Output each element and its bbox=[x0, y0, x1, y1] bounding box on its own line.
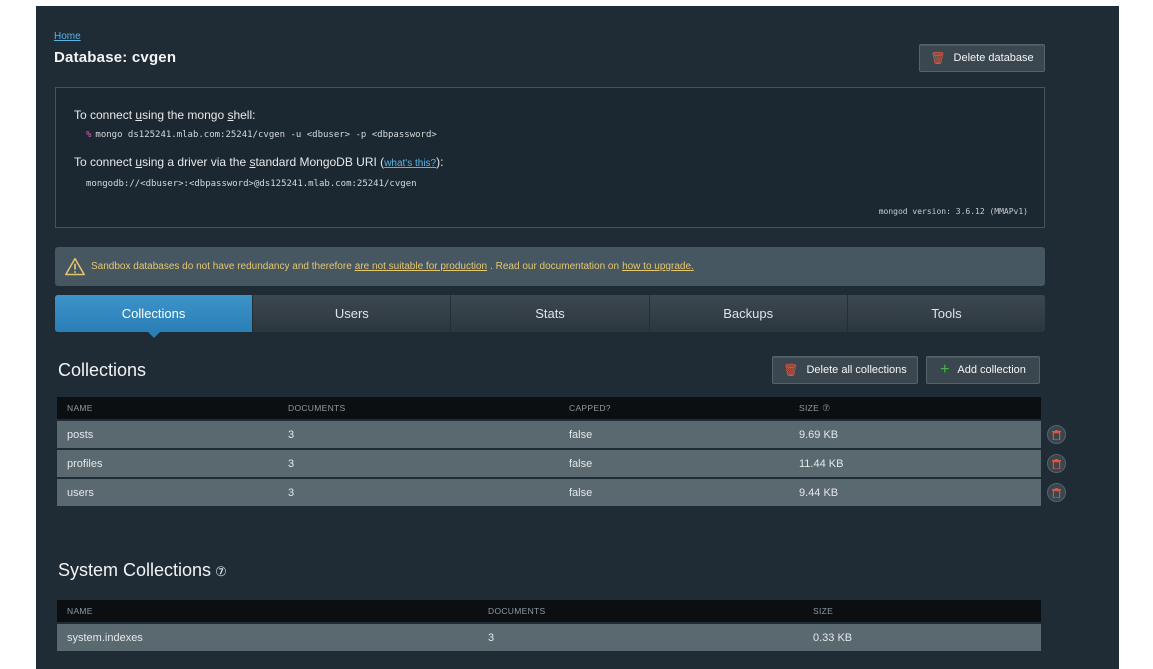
collection-name[interactable]: posts bbox=[57, 429, 278, 441]
column-header-size[interactable]: SIZE bbox=[803, 606, 1041, 616]
table-header: NAME DOCUMENTS SIZE bbox=[57, 600, 1041, 622]
add-collection-button[interactable]: + Add collection bbox=[926, 356, 1040, 384]
table-header: NAME DOCUMENTS CAPPED? SIZE ⑦ bbox=[57, 397, 1041, 419]
shell-command[interactable]: % mongo ds125241.mlab.com:25241/cvgen -u … bbox=[86, 130, 437, 140]
how-to-upgrade-link[interactable]: how to upgrade. bbox=[622, 261, 694, 272]
collection-capped: false bbox=[569, 486, 593, 499]
breadcrumb: Home bbox=[54, 31, 81, 42]
trash-icon bbox=[1052, 458, 1061, 469]
collection-documents: 3 bbox=[288, 457, 295, 470]
collections-table: NAME DOCUMENTS CAPPED? SIZE ⑦ posts 3 fal… bbox=[57, 397, 1066, 506]
tab-stats[interactable]: Stats bbox=[451, 295, 650, 332]
system-collections-table: NAME DOCUMENTS SIZE system.indexes 3 0.3… bbox=[57, 600, 1041, 651]
delete-all-collections-button[interactable]: 🗑 Delete all collections bbox=[772, 356, 918, 384]
collection-name[interactable]: users bbox=[57, 487, 278, 499]
warning-text: Sandbox databases do not have redundancy… bbox=[91, 261, 352, 272]
delete-all-collections-label: Delete all collections bbox=[806, 364, 907, 376]
delete-collection-button[interactable] bbox=[1047, 483, 1066, 502]
system-collections-heading: System Collections ⑦ bbox=[58, 560, 227, 580]
column-header-size[interactable]: SIZE ⑦ bbox=[789, 403, 1041, 414]
tab-users[interactable]: Users bbox=[253, 295, 452, 332]
trash-icon: 🗑 bbox=[930, 51, 946, 65]
delete-database-label: Delete database bbox=[953, 52, 1034, 64]
shell-prompt: % bbox=[86, 130, 92, 140]
page-title: Database: cvgen bbox=[54, 49, 177, 66]
whats-this-link[interactable]: what's this? bbox=[384, 158, 436, 169]
not-suitable-link[interactable]: are not suitable for production bbox=[355, 261, 487, 272]
collection-size: 0.33 KB bbox=[813, 631, 853, 644]
connection-info-panel: To connect using the mongo shell: % mongo… bbox=[55, 87, 1045, 228]
mongod-version: mongod version: 3.6.12 (MMAPv1) bbox=[878, 207, 1028, 216]
shell-command-text: mongo ds125241.mlab.com:25241/cvgen -u <… bbox=[95, 130, 437, 140]
tab-collections[interactable]: Collections bbox=[55, 295, 254, 338]
sandbox-warning-banner: Sandbox databases do not have redundancy… bbox=[55, 247, 1045, 286]
tab-tools[interactable]: Tools bbox=[848, 295, 1045, 332]
table-row[interactable]: posts 3 false 9.69 KB bbox=[57, 421, 1066, 448]
collection-size: 11.44 KB bbox=[799, 457, 844, 470]
delete-collection-button[interactable] bbox=[1047, 454, 1066, 473]
collection-documents: 3 bbox=[288, 428, 295, 441]
column-header-name[interactable]: NAME bbox=[57, 606, 478, 616]
table-row[interactable]: profiles 3 false 11.44 KB bbox=[57, 450, 1066, 477]
table-row[interactable]: users 3 false 9.44 KB bbox=[57, 479, 1066, 506]
tab-backups[interactable]: Backups bbox=[650, 295, 848, 332]
collections-heading: Collections bbox=[58, 360, 147, 380]
collection-name[interactable]: profiles bbox=[57, 458, 278, 470]
database-tabs: Collections Users Stats Backups Tools bbox=[55, 295, 1045, 338]
column-header-capped[interactable]: CAPPED? bbox=[559, 403, 789, 413]
collection-name[interactable]: system.indexes bbox=[57, 632, 478, 644]
warning-icon bbox=[65, 257, 85, 275]
plus-icon: + bbox=[940, 361, 950, 378]
collection-size: 9.44 KB bbox=[799, 486, 839, 499]
column-header-name[interactable]: NAME bbox=[57, 403, 278, 413]
delete-database-button[interactable]: 🗑 Delete database bbox=[919, 44, 1045, 72]
connection-uri[interactable]: mongodb://<dbuser>:<dbpassword>@ds125241… bbox=[86, 179, 417, 189]
collection-documents: 3 bbox=[288, 486, 295, 499]
collection-size: 9.69 KB bbox=[799, 428, 839, 441]
driver-connect-label: To connect using a driver via the standa… bbox=[74, 155, 444, 169]
trash-icon bbox=[1052, 429, 1061, 440]
help-icon[interactable]: ⑦ bbox=[822, 403, 830, 413]
add-collection-label: Add collection bbox=[957, 364, 1026, 376]
collection-capped: false bbox=[569, 457, 593, 470]
warning-text-mid: . Read our documentation on bbox=[490, 261, 620, 272]
column-header-documents[interactable]: DOCUMENTS bbox=[478, 606, 803, 616]
help-icon[interactable]: ⑦ bbox=[215, 564, 227, 579]
trash-icon bbox=[1052, 487, 1061, 498]
delete-collection-button[interactable] bbox=[1047, 425, 1066, 444]
shell-connect-label: To connect using the mongo shell: bbox=[74, 108, 256, 122]
breadcrumb-home-link[interactable]: Home bbox=[54, 31, 81, 42]
collection-capped: false bbox=[569, 428, 593, 441]
app-window: Home Database: cvgen 🗑 Delete database T… bbox=[36, 6, 1119, 669]
collection-documents: 3 bbox=[488, 631, 495, 644]
trash-icon: 🗑 bbox=[783, 363, 799, 377]
column-header-documents[interactable]: DOCUMENTS bbox=[278, 403, 559, 413]
table-row[interactable]: system.indexes 3 0.33 KB bbox=[57, 624, 1041, 651]
